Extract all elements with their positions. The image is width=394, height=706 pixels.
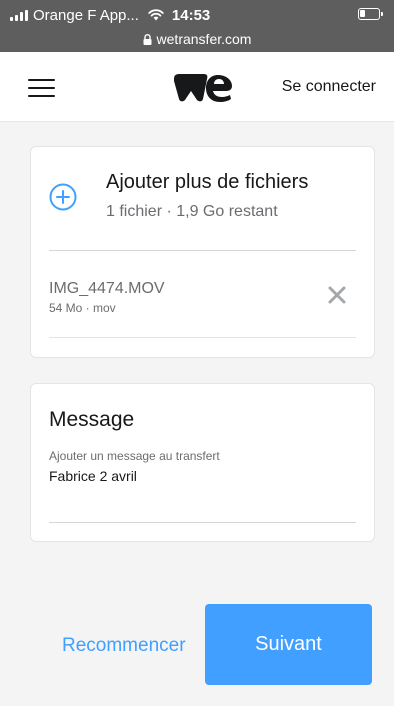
lock-icon <box>143 33 152 45</box>
restart-link[interactable]: Recommencer <box>62 635 203 657</box>
url-text: wetransfer.com <box>156 31 252 47</box>
hamburger-icon[interactable] <box>28 79 55 97</box>
divider <box>49 337 356 338</box>
files-summary: 1 fichier · 1,9 Go restant <box>106 203 278 220</box>
divider <box>49 250 356 251</box>
message-card: Message Ajouter un message au transfert … <box>30 383 375 542</box>
plus-circle-icon[interactable] <box>49 183 77 211</box>
battery-icon <box>358 8 383 20</box>
wetransfer-logo[interactable] <box>173 74 233 102</box>
message-underline <box>49 522 356 523</box>
signal-icon <box>10 9 28 21</box>
file-name: IMG_4474.MOV <box>49 280 165 297</box>
app-header: Se connecter <box>0 52 394 122</box>
message-label: Ajouter un message au transfert <box>49 449 220 463</box>
status-row: Orange F App... 14:53 <box>10 6 384 24</box>
files-card: Ajouter plus de fichiers 1 fichier · 1,9… <box>30 146 375 358</box>
next-button[interactable]: Suivant <box>205 604 372 685</box>
login-link[interactable]: Se connecter <box>282 78 376 96</box>
status-bar: Orange F App... 14:53 wetransfer.com <box>0 0 394 52</box>
file-meta: 54 Mo · mov <box>49 301 116 315</box>
close-icon[interactable] <box>328 286 346 304</box>
add-files-button[interactable]: Ajouter plus de fichiers <box>106 171 308 194</box>
message-title: Message <box>49 408 135 431</box>
message-input[interactable]: Fabrice 2 avril <box>49 468 137 484</box>
carrier-name: Orange F App... <box>33 6 139 24</box>
status-time: 14:53 <box>171 6 211 24</box>
wifi-icon <box>148 9 164 21</box>
address-bar[interactable]: wetransfer.com <box>0 30 394 48</box>
